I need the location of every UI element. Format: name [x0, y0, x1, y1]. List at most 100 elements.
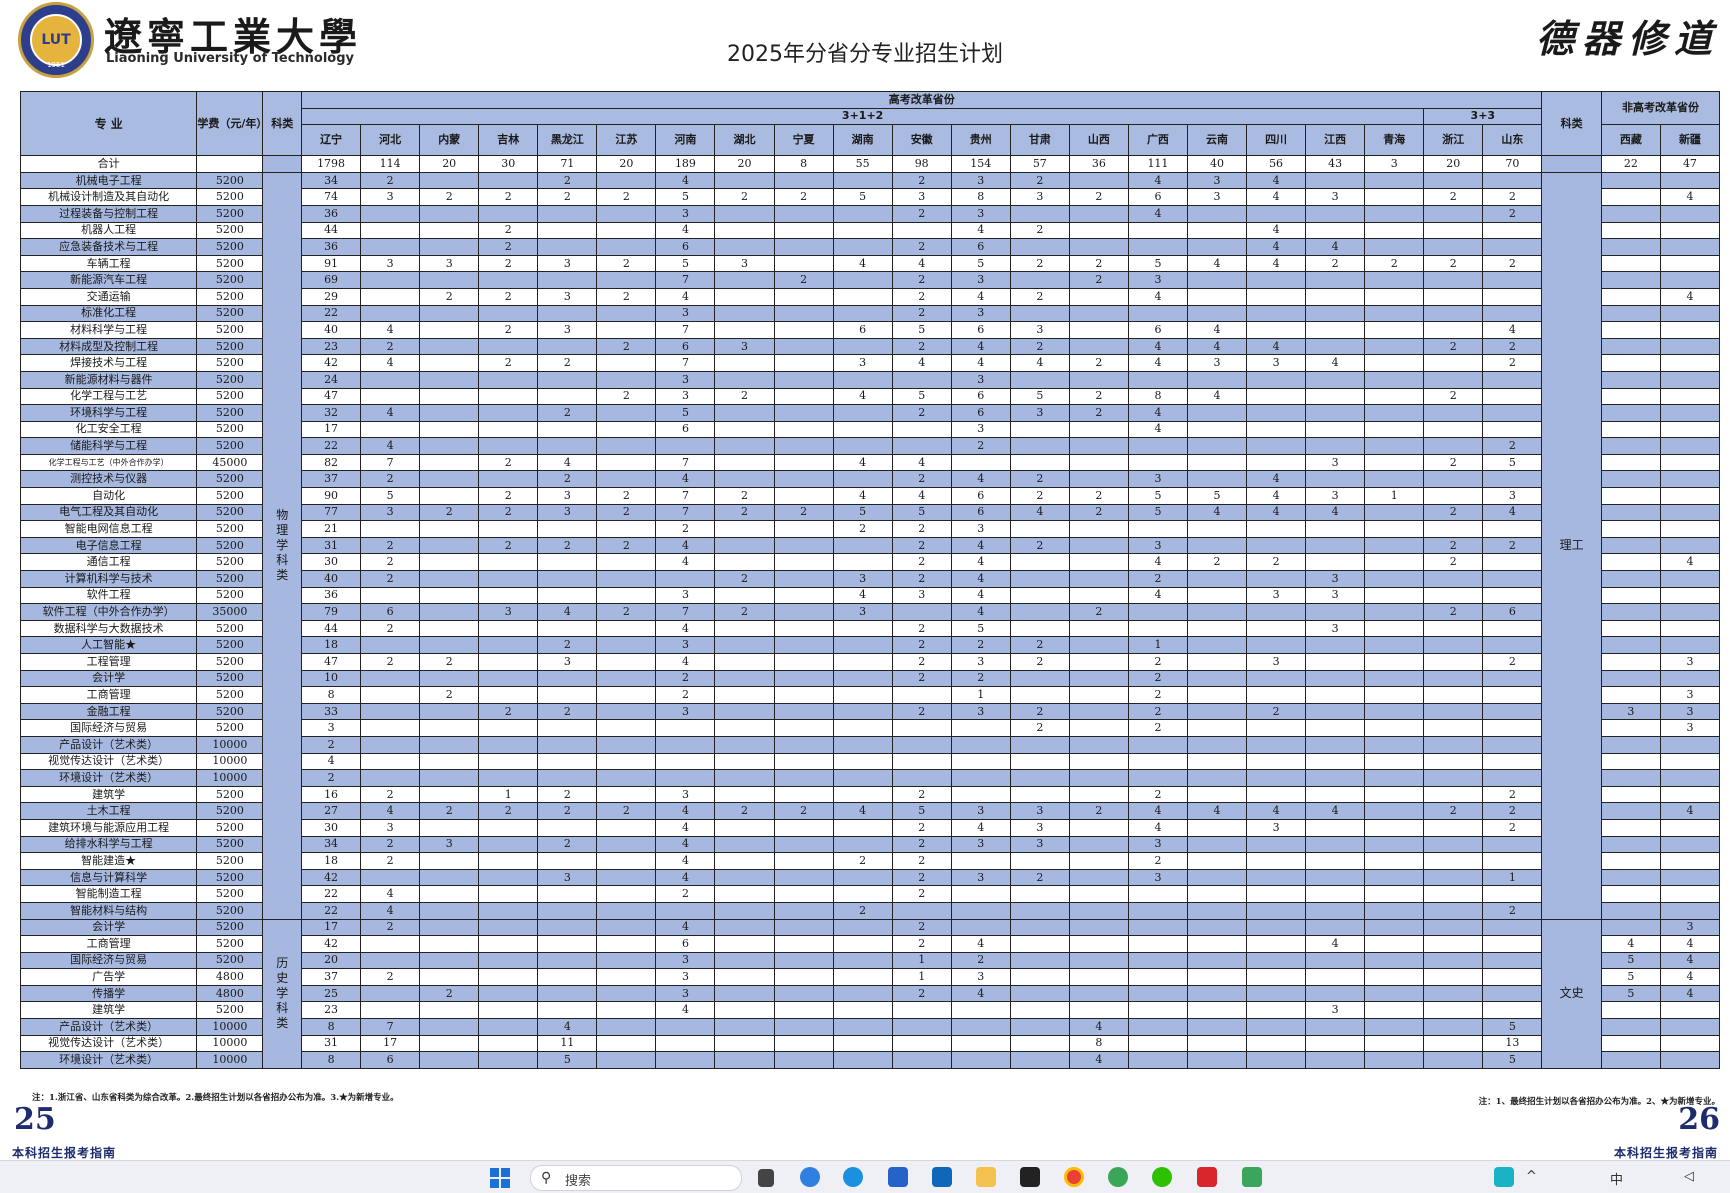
count-cell [1246, 686, 1307, 704]
count-cell [714, 918, 775, 937]
count-cell [537, 818, 598, 837]
count-cell: 4 [1482, 321, 1543, 339]
count-cell: 4 [1068, 1051, 1129, 1069]
count-cell [1364, 935, 1425, 953]
taskbar-search[interactable]: ⚲ 搜索 [530, 1165, 742, 1191]
count-cell [1009, 785, 1070, 804]
count-cell [419, 304, 480, 323]
count-cell [1364, 951, 1425, 970]
count-cell: 2 [1423, 536, 1484, 555]
tray-expand-icon[interactable]: ^ [1526, 1169, 1537, 1184]
tuition-fee: 5200 [196, 321, 264, 339]
count-cell: 8 [950, 188, 1011, 206]
count-cell [1305, 337, 1366, 356]
count-cell [714, 735, 775, 754]
task-view-icon[interactable] [758, 1169, 774, 1187]
wechat-icon[interactable] [1152, 1167, 1172, 1187]
count-cell [1364, 901, 1425, 920]
outlook-icon[interactable] [932, 1167, 952, 1187]
count-cell [1482, 669, 1543, 688]
count-cell [1246, 603, 1307, 621]
count-cell [891, 735, 952, 754]
ie-browser-icon[interactable] [1108, 1167, 1128, 1187]
tuition-fee: 5200 [196, 487, 264, 505]
count-cell [1659, 304, 1721, 323]
count-cell [1659, 868, 1721, 887]
count-cell [832, 769, 893, 787]
count-cell [1246, 619, 1307, 638]
count-cell [1246, 769, 1307, 787]
count-cell [1186, 1051, 1248, 1069]
count-cell: 3 [1659, 719, 1721, 737]
major-name: 机械设计制造及其自动化 [19, 188, 198, 206]
wps-icon[interactable] [1197, 1167, 1217, 1187]
count-cell [1364, 719, 1425, 737]
major-name: 机械电子工程 [19, 171, 198, 190]
app-dark-icon[interactable] [1020, 1167, 1040, 1187]
tray-app-icon[interactable] [1494, 1167, 1514, 1187]
volume-icon[interactable]: ◁ [1684, 1169, 1694, 1184]
province-header: 辽宁 [301, 124, 362, 157]
app-blue-swirl-icon[interactable] [800, 1167, 820, 1187]
count-cell [1482, 619, 1543, 638]
count-cell [1305, 370, 1366, 389]
app-blue-tile-icon[interactable] [888, 1167, 908, 1187]
count-cell: 4 [1186, 321, 1248, 339]
start-button[interactable] [490, 1168, 510, 1188]
count-cell: 22 [301, 885, 362, 903]
count-cell [891, 719, 952, 737]
count-cell [537, 271, 598, 289]
edge-browser-icon[interactable] [843, 1167, 863, 1187]
count-cell [1600, 802, 1661, 820]
total-cell: 30 [478, 155, 539, 173]
count-cell: 1 [1482, 868, 1543, 887]
count-cell [1364, 752, 1425, 771]
file-explorer-icon[interactable] [976, 1167, 996, 1187]
count-cell: 2 [1127, 702, 1188, 721]
count-cell [478, 835, 539, 854]
count-cell [1364, 802, 1425, 820]
count-cell [1364, 238, 1425, 256]
count-cell [714, 702, 775, 721]
count-cell [1127, 1018, 1188, 1036]
count-cell: 2 [1009, 487, 1070, 505]
count-cell [419, 935, 480, 953]
count-cell: 4 [1246, 487, 1307, 505]
count-cell [773, 918, 834, 937]
major-name: 软件工程（中外合作办学） [19, 603, 198, 621]
count-cell [1186, 536, 1248, 555]
count-cell [714, 437, 775, 455]
enrollment-plan-table: 专 业 学费（元/年） 科类 高考改革省份 科类 非高考改革省份 3+1+2 3… [19, 90, 1721, 1069]
count-cell [1127, 1001, 1188, 1020]
count-cell [773, 603, 834, 621]
count-cell [1659, 619, 1721, 638]
count-cell [1068, 238, 1129, 256]
tuition-fee: 5200 [196, 404, 264, 422]
subject-group: 历史学科类 [262, 918, 303, 1069]
chrome-icon[interactable] [1064, 1167, 1084, 1187]
count-cell [1009, 901, 1070, 920]
count-cell [773, 619, 834, 638]
count-cell [478, 818, 539, 837]
count-cell: 4 [1127, 802, 1188, 820]
count-cell [773, 437, 834, 455]
count-cell [419, 404, 480, 422]
app-green-icon[interactable] [1242, 1167, 1262, 1187]
ime-indicator[interactable]: 中 [1610, 1169, 1623, 1188]
count-cell: 7 [655, 603, 716, 621]
count-cell [832, 702, 893, 721]
count-cell [1068, 287, 1129, 306]
count-cell [1423, 420, 1484, 439]
count-cell [1186, 1018, 1248, 1036]
count-cell: 2 [891, 852, 952, 870]
count-cell [1186, 586, 1248, 605]
count-cell: 4 [891, 354, 952, 372]
count-cell [714, 1051, 775, 1069]
count-cell: 2 [1127, 686, 1188, 704]
count-cell: 4 [655, 221, 716, 240]
count-cell: 2 [596, 254, 657, 273]
count-cell: 3 [1305, 619, 1366, 638]
count-cell: 4 [1127, 171, 1188, 190]
count-cell [1600, 835, 1661, 854]
count-cell: 30 [301, 818, 362, 837]
